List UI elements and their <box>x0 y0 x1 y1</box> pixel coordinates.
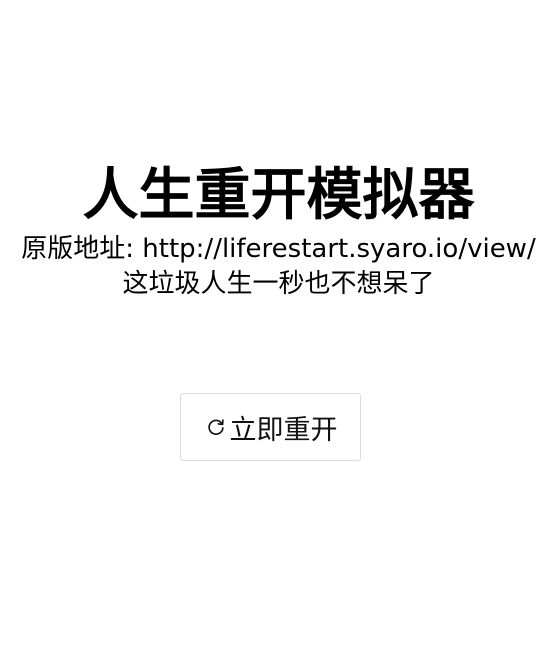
restart-button-label: 立即重开 <box>229 414 338 446</box>
restart-button[interactable]: 立即重开 <box>180 393 361 461</box>
original-address-text: 原版地址: http://liferestart.syaro.io/view/ <box>21 234 536 264</box>
page-title: 人生重开模拟器 <box>82 163 475 228</box>
refresh-icon <box>204 415 228 439</box>
tagline-text: 这垃圾人生一秒也不想呆了 <box>122 269 435 299</box>
